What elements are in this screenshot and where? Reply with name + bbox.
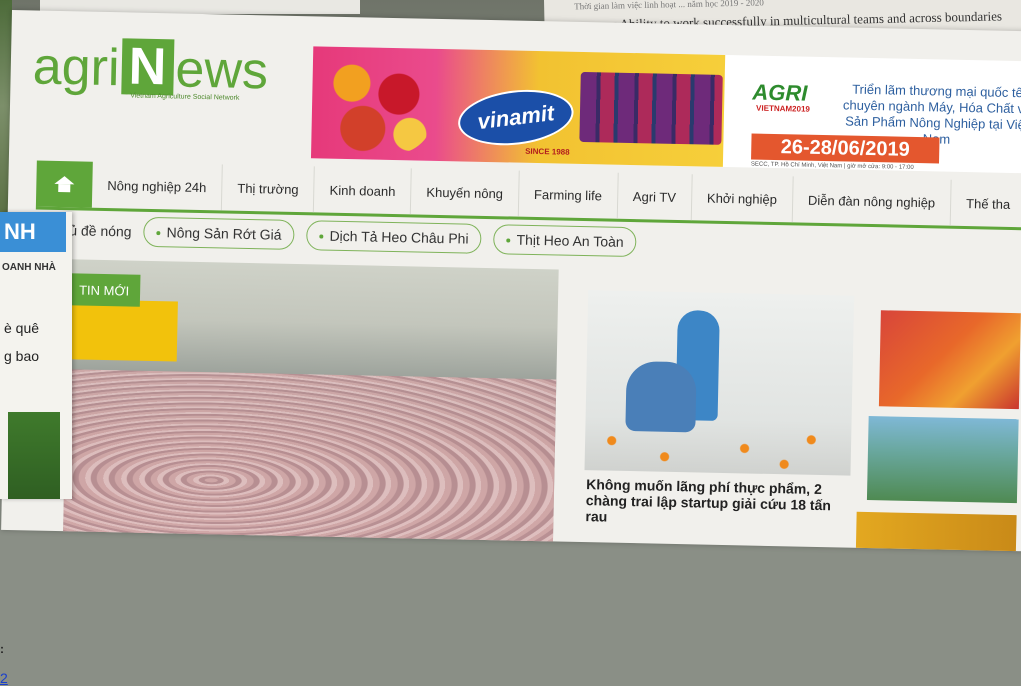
bullet-dot-icon [319,234,324,239]
agrinews-logo[interactable]: agri N ews [32,36,269,101]
flyer-green-image [8,412,60,499]
vinamit-since: SINCE 1988 [525,146,570,157]
nav-item-farming-life[interactable]: Farming life [518,170,619,219]
article-title-startup[interactable]: Không muốn lãng phí thực phẩm, 2 chàng t… [585,476,846,529]
left-flyer-paper: NH OANH NHÀ è quê g bao : 2 [0,212,72,686]
fish-pile [62,369,557,552]
nav-item-khoi-nghiep[interactable]: Khởi nghiệp [691,174,794,223]
scattered-oranges [584,420,852,476]
nav-home-button[interactable] [35,160,93,208]
article-image-rice-field[interactable] [878,310,1021,410]
logo-n-block: N [120,37,175,96]
nav-item-nong-nghiep-24h[interactable]: Nông nghiệp 24h [91,161,223,211]
flyer-heading: NH [0,212,66,252]
nav-item-the-thao[interactable]: Thế tha [950,179,1021,228]
hot-tag-thit-heo[interactable]: Thịt Heo An Toàn [493,224,637,258]
hot-tag-nong-san[interactable]: Nông Sản Rớt Giá [143,216,295,250]
agri-vietnam-year: VIETNAM2019 [756,103,810,114]
logo-ews: ews [174,40,269,101]
article-image-river[interactable] [866,416,1019,504]
logo-agri: agri [32,37,121,98]
hot-topics: Chủ đề nóng Nông Sản Rớt Giá Dịch Tả Heo… [51,215,637,258]
hot-tag-dich-ta-heo[interactable]: Dịch Tả Heo Châu Phi [306,220,482,254]
flyer-link-number: 2 [0,670,8,686]
bullet-dot-icon [156,231,161,236]
fruit-image [315,52,436,155]
nav-item-kinh-doanh[interactable]: Kinh doanh [314,166,412,215]
vinamit-logo: vinamit [455,83,577,152]
flyer-text-1: è quê [4,320,40,336]
printed-webpage: agri N ews Vietnam Agriculture Social Ne… [1,10,1021,552]
nav-item-dien-dan[interactable]: Diễn đàn nông nghiệp [792,176,952,226]
logo-tagline: Vietnam Agriculture Social Network [130,92,240,102]
yellow-crates [66,299,178,362]
article-image-startup[interactable] [584,290,855,476]
home-icon [54,176,74,192]
ad-banner[interactable]: vinamit SINCE 1988 AGRI VIETNAM2019 Triể… [310,46,1021,174]
article-image-bottom[interactable] [855,511,1017,552]
vinamit-ad[interactable]: vinamit SINCE 1988 [310,46,726,167]
nav-item-thi-truong[interactable]: Thị trường [221,164,316,213]
expo-dates: 26-28/06/2019 [751,133,940,164]
expo-venue: SECC, TP. Hồ Chí Minh, Việt Nam | giờ mở… [750,161,914,171]
product-packs-image [579,71,723,145]
flyer-colon: : [0,642,4,656]
new-badge: TIN MỚI [67,273,141,307]
agri-vietnam-logo: AGRI [752,79,808,106]
flyer-text-2: g bao [4,348,40,364]
nav-item-agri-tv[interactable]: Agri TV [617,172,693,221]
flyer-subheading: OANH NHÀ [2,262,56,273]
nav-item-khuyen-nong[interactable]: Khuyến nông [410,168,520,217]
paper-small-line: Thời gian làm việc linh hoạt ... năm học… [574,0,764,12]
bullet-dot-icon [506,238,511,243]
